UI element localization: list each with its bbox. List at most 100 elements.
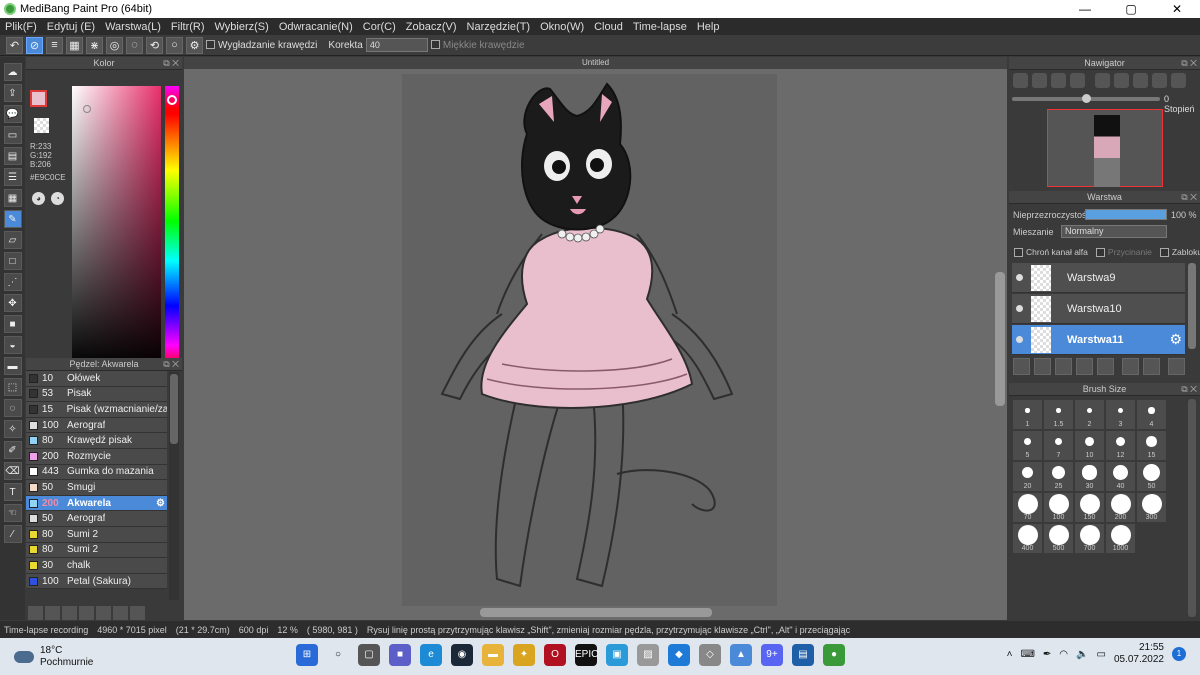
fill-rect-tool-icon[interactable]: ■ [3,315,22,333]
brush-size-cell[interactable]: 300 [1136,492,1167,523]
zoom-fit-icon[interactable] [1013,73,1028,88]
start-icon[interactable]: ⊞ [296,644,318,666]
antialias-checkbox[interactable] [206,40,215,50]
menu-file[interactable]: Plik(F) [0,21,42,33]
layer-row[interactable]: Warstwa9 [1012,263,1185,293]
brush-size-cell[interactable]: 5 [1012,430,1043,461]
chevron-up-icon[interactable]: ˄ [1007,649,1013,660]
undo-icon[interactable]: ↶ [6,36,23,54]
brush-list-item[interactable]: 100 Petal (Sakura) [26,573,167,590]
select-rect-icon[interactable]: ⬚ [3,378,22,396]
comment-icon[interactable]: ▭ [3,126,22,144]
weather-widget[interactable]: 18°C Pochmurnie [14,645,93,669]
layer-settings-icon[interactable] [1143,358,1160,375]
brush-list-item[interactable]: 10 Ołówek [26,371,167,387]
wifi-icon[interactable]: ◠ [1059,649,1068,660]
brush-size-cell[interactable]: 15 [1136,430,1167,461]
visibility-icon[interactable] [1016,274,1023,281]
gradient-tool-icon[interactable]: ▬ [3,357,22,375]
panel-controls-icon[interactable]: ⧉ ✕ [163,58,179,69]
clock[interactable]: 21:55 05.07.2022 [1114,642,1164,666]
canvas-area[interactable]: Untitled [184,57,1007,620]
pen-icon[interactable]: ✒ [1043,649,1051,660]
visibility-icon[interactable] [1016,336,1023,343]
teams-icon[interactable]: ■ [389,644,411,666]
keyboard-icon[interactable]: ⌨ [1020,649,1034,660]
brush-list-scrollbar[interactable] [169,372,179,600]
brush-size-cell[interactable]: 10 [1074,430,1105,461]
menu-filter[interactable]: Filtr(R) [166,21,210,33]
brush-list-item[interactable]: 80 Krawędź pisak [26,433,167,449]
brush-size-scrollbar[interactable] [1188,399,1196,617]
brush-folder-icon[interactable] [96,606,111,620]
move-tool-icon[interactable]: ✥ [3,294,22,312]
hue-slider[interactable] [165,86,179,368]
brush-list-item[interactable]: 80 Sumi 2 [26,542,167,559]
task-view-icon[interactable]: ▢ [358,644,380,666]
panel-controls-icon[interactable]: ⧉ ✕ [1181,192,1197,203]
lasso-icon[interactable]: ◌ [3,399,22,417]
grid-snap-icon[interactable]: ▦ [66,36,83,54]
export-icon[interactable]: ⇪ [3,84,22,102]
layer-menu-icon[interactable] [1055,358,1072,375]
chat-icon[interactable]: 💬 [3,105,22,123]
dot-tool-icon[interactable]: ⋰ [3,273,22,291]
edge-icon[interactable]: e [420,644,442,666]
flip-icon[interactable] [1171,73,1186,88]
page-icon[interactable]: ▤ [3,147,22,165]
epic-games-icon[interactable]: EPIC [575,644,598,666]
menu-window[interactable]: Okno(W) [535,21,589,33]
grid-icon[interactable]: ▦ [3,189,22,207]
brush-size-cell[interactable]: 200 [1105,492,1136,523]
steam-icon[interactable]: ◉ [451,644,473,666]
transparent-color-swatch[interactable] [34,118,49,133]
menu-edit[interactable]: Edytuj (E) [42,21,100,33]
brush-size-cell[interactable]: 1000 [1105,523,1136,554]
brush-size-cell[interactable]: 12 [1105,430,1136,461]
brush-list-item[interactable]: 100 Aerograf [26,417,167,434]
primary-color-swatch[interactable] [30,90,47,107]
correction-dropdown[interactable]: 40 [365,38,428,52]
blend-mode-dropdown[interactable]: Normalny [1061,225,1167,238]
merge-down-icon[interactable] [1122,358,1139,375]
canvas-horizontal-scrollbar[interactable] [480,608,712,617]
protect-alpha-checkbox[interactable] [1014,248,1023,258]
new-brush-icon[interactable] [45,606,60,620]
visibility-icon[interactable] [1016,305,1023,312]
brush-size-cell[interactable]: 500 [1043,523,1074,554]
menu-select[interactable]: Wybierz(S) [210,21,274,33]
select-eraser-icon[interactable]: ⌫ [3,462,22,480]
copy-brush-icon[interactable] [79,606,94,620]
delete-layer-icon[interactable] [1168,358,1185,375]
rotate-right-icon[interactable] [1152,73,1167,88]
opacity-slider[interactable] [1085,209,1167,220]
layer-row[interactable]: Warstwa10 [1012,294,1185,324]
brush-size-cell[interactable]: 40 [1105,461,1136,492]
fit-window-icon[interactable] [1095,73,1110,88]
add-brush-icon[interactable] [28,606,43,620]
app4-icon[interactable]: ◇ [699,644,721,666]
cloud-icon[interactable]: ☁ [3,63,22,81]
radial-snap-icon[interactable]: ⋇ [86,36,103,54]
brush-size-cell[interactable]: 30 [1074,461,1105,492]
dropbox-icon[interactable]: ◆ [668,644,690,666]
no-snap-icon[interactable]: ⊘ [26,36,43,54]
layer-row[interactable]: Warstwa11 ⚙ [1012,325,1185,355]
panel-controls-icon[interactable]: ⧉ ✕ [1181,58,1197,69]
brush-size-cell[interactable]: 20 [1012,461,1043,492]
perspective-snap-icon[interactable]: ⟲ [146,36,163,54]
photos-icon[interactable]: ▲ [730,644,752,666]
menu-cloud[interactable]: Cloud [589,21,628,33]
brush-list-item[interactable]: 53 Pisak [26,386,167,403]
app3-icon[interactable]: ▨ [637,644,659,666]
snap-settings-icon[interactable]: ⚙ [186,36,203,54]
menu-timelapse[interactable]: Time-lapse [628,21,692,33]
rotate-left-icon[interactable] [1114,73,1129,88]
brush-size-cell[interactable]: 25 [1043,461,1074,492]
hand-tool-icon[interactable]: ☜ [3,504,22,522]
menu-help[interactable]: Help [692,21,725,33]
select-pen-icon[interactable]: ✐ [3,441,22,459]
notification-icon[interactable]: 1 [1172,647,1186,661]
layer-folder-icon[interactable] [1097,358,1114,375]
brush-size-cell[interactable]: 1.5 [1043,399,1074,430]
